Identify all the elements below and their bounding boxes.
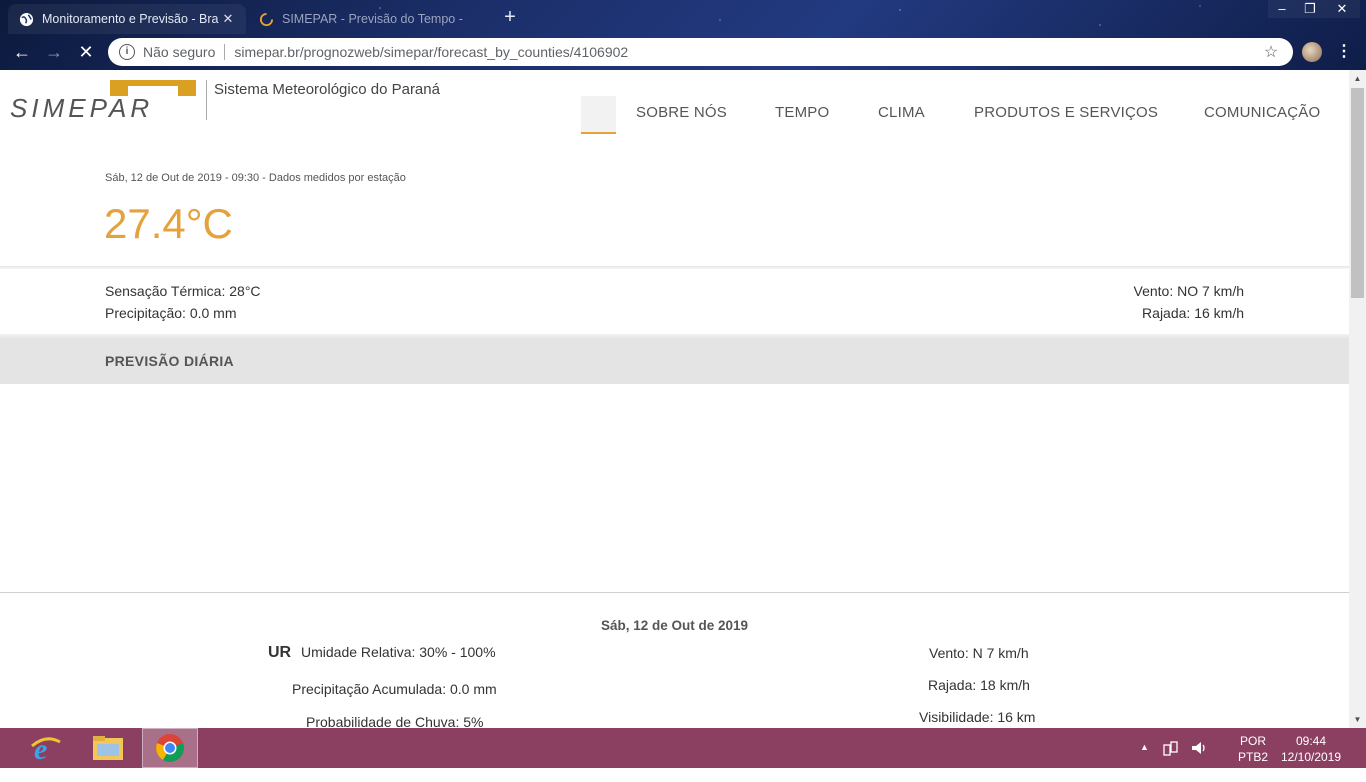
language-indicator[interactable]: POR PTB2	[1238, 733, 1268, 773]
nav-home-button[interactable]	[581, 96, 616, 134]
restore-button[interactable]: ❐	[1296, 0, 1324, 18]
site-tagline: Sistema Meteorológico do Paraná	[206, 80, 440, 120]
clock[interactable]: 09:44 12/10/2019	[1280, 733, 1342, 773]
daily-forecast-header: PREVISÃO DIÁRIA	[0, 338, 1349, 384]
forward-button[interactable]: →	[42, 40, 66, 64]
scroll-down-icon[interactable]: ▼	[1349, 711, 1366, 728]
simepar-logo[interactable]: SIMEPAR	[10, 80, 200, 123]
ur-label: UR	[268, 644, 292, 661]
tab-simepar[interactable]: SIMEPAR - Previsão do Tempo -	[248, 4, 486, 34]
humidity-text: Umidade Relativa: 30% - 100%	[301, 644, 496, 660]
bookmark-star-icon[interactable]: ☆	[1261, 42, 1281, 62]
loading-icon	[258, 11, 274, 27]
scroll-up-icon[interactable]: ▲	[1349, 70, 1366, 87]
nav-sobre-nos[interactable]: SOBRE NÓS	[636, 104, 727, 121]
globe-icon	[18, 11, 34, 27]
divider	[0, 592, 1349, 593]
divider	[0, 266, 1349, 269]
rain-probability-text: Probabilidade de Chuva: 5%	[306, 714, 484, 728]
visibility-text: Visibilidade: 16 km	[919, 709, 1036, 725]
nav-comunicacao[interactable]: COMUNICAÇÃO	[1204, 104, 1320, 121]
url-text[interactable]: simepar.br/prognozweb/simepar/forecast_b…	[234, 44, 1261, 60]
wind-text: Vento: NO 7 km/h	[1133, 283, 1245, 299]
page-content: SIMEPAR Sistema Meteorológico do Paraná …	[0, 70, 1349, 728]
network-icon[interactable]	[1162, 739, 1180, 779]
stop-loading-button[interactable]: ✕	[74, 40, 98, 64]
close-tab-icon[interactable]: ✕	[220, 11, 236, 27]
accumulated-precip-text: Precipitação Acumulada: 0.0 mm	[292, 681, 497, 697]
forecast-wind-text: Vento: N 7 km/h	[929, 645, 1029, 661]
browser-chrome: Monitoramento e Previsão - Bra ✕ SIMEPAR…	[0, 0, 1366, 70]
gust-text: Rajada: 16 km/h	[1142, 305, 1244, 321]
nav-produtos-servicos[interactable]: PRODUTOS E SERVIÇOS	[974, 104, 1158, 121]
tab-title: Monitoramento e Previsão - Bra	[42, 12, 219, 26]
browser-menu-icon[interactable]: ⋮	[1336, 40, 1352, 64]
section-title: PREVISÃO DIÁRIA	[105, 353, 234, 369]
close-window-button[interactable]: ✕	[1324, 0, 1360, 18]
clock-time: 09:44	[1295, 734, 1327, 748]
feels-like-text: Sensação Térmica: 28°C	[105, 283, 261, 299]
show-hidden-icons-icon[interactable]: ▲	[1140, 742, 1149, 782]
security-label: Não seguro	[143, 44, 216, 60]
volume-icon[interactable]	[1190, 739, 1208, 779]
file-explorer-icon[interactable]	[80, 728, 136, 768]
current-temperature: 27.4°C	[104, 200, 233, 247]
info-icon[interactable]: i	[119, 44, 135, 60]
profile-avatar[interactable]	[1302, 42, 1322, 62]
logo-text: SIMEPAR	[10, 93, 153, 120]
tab-title: SIMEPAR - Previsão do Tempo -	[282, 12, 463, 26]
scrollbar-thumb[interactable]	[1351, 88, 1364, 298]
tab-monitoramento[interactable]: Monitoramento e Previsão - Bra ✕	[8, 4, 246, 34]
observation-timestamp: Sáb, 12 de Out de 2019 - 09:30 - Dados m…	[105, 172, 406, 184]
forecast-gust-text: Rajada: 18 km/h	[928, 677, 1030, 693]
nav-clima[interactable]: CLIMA	[878, 104, 925, 121]
humidity-row: UR Umidade Relativa: 30% - 100%	[268, 644, 496, 662]
keyboard-layout: PTB2	[1238, 750, 1269, 764]
page-scrollbar[interactable]: ▲ ▼	[1349, 70, 1366, 728]
new-tab-button[interactable]: +	[498, 6, 522, 30]
internet-explorer-icon[interactable]: e	[18, 728, 74, 768]
windows-taskbar: e ▲ POR PTB2 09:44 12/10/2019	[0, 728, 1366, 768]
address-bar[interactable]: i Não seguro simepar.br/prognozweb/simep…	[108, 38, 1293, 66]
chrome-taskbar-icon[interactable]	[142, 728, 198, 768]
language-code: POR	[1239, 734, 1266, 748]
minimize-button[interactable]: –	[1268, 0, 1296, 18]
clock-date: 12/10/2019	[1280, 750, 1342, 764]
nav-tempo[interactable]: TEMPO	[775, 104, 829, 121]
precipitation-text: Precipitação: 0.0 mm	[105, 305, 237, 321]
back-button[interactable]: ←	[10, 40, 34, 64]
forecast-date: Sáb, 12 de Out de 2019	[600, 618, 749, 633]
